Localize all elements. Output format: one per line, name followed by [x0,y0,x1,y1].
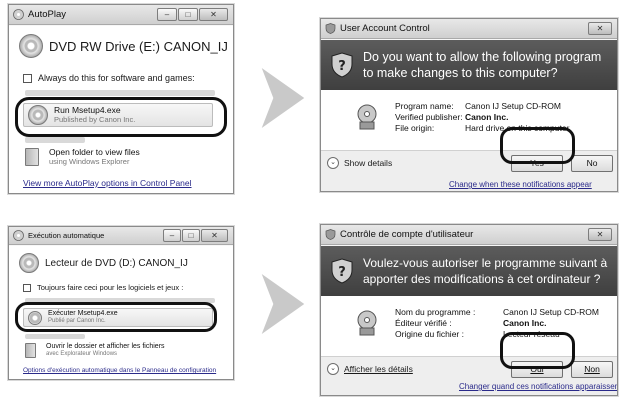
uac-header: ? Voulez-vous autoriser le programme sui… [321,246,617,296]
folder-option-subtitle: avec Explorateur Windows [46,351,118,358]
file-origin-row: Origine du fichier : Lecteur réseau [395,329,560,340]
autoplay-icon [13,230,24,241]
folder-option-title: Open folder to view files [49,147,140,157]
highlight-yes-button [500,332,575,369]
window-title: User Account Control [340,23,430,34]
window-title: Contrôle de compte d'utilisateur [340,229,474,240]
section-separator [25,90,215,96]
uac-question: Voulez-vous autoriser le programme suiva… [363,256,608,286]
window-title: Exécution automatique [28,231,105,240]
more-autoplay-options-link[interactable]: Options d'exécution automatique dans le … [23,367,216,374]
publisher-row: Éditeur vérifié : Canon Inc. [395,318,546,329]
field-value: Canon IJ Setup CD-ROM [465,101,561,111]
publisher-row: Verified publisher: Canon Inc. [395,112,508,123]
show-details-label: Afficher les détails [344,364,413,374]
uac-window-en: User Account Control ✕ ? Do you want to … [320,18,618,192]
maximize-button[interactable]: □ [182,229,200,242]
uac-question: Do you want to allow the following progr… [363,50,602,80]
shield-icon: ? [331,258,353,284]
title-bar: Exécution automatique – □ ✕ [9,227,233,245]
checkbox-label: Always do this for software and games: [38,73,195,83]
field-key: Verified publisher: [395,112,463,122]
disc-icon [19,34,43,58]
close-button[interactable]: ✕ [199,8,228,21]
folder-icon [25,343,36,359]
title-bar: User Account Control ✕ [321,19,617,39]
drive-header: DVD RW Drive (E:) CANON_IJ [19,34,228,58]
always-do-checkbox-row[interactable]: Always do this for software and games: [23,73,195,83]
chevron-down-icon: ⌄ [327,363,339,375]
minimize-button[interactable]: – [163,229,181,242]
uac-header: ? Do you want to allow the following pro… [321,40,617,90]
uac-window-fr: Contrôle de compte d'utilisateur ✕ ? Vou… [320,224,618,396]
section-separator [25,334,85,339]
always-do-checkbox-row[interactable]: Toujours faire ceci pour les logiciels e… [23,283,183,292]
field-key: Nom du programme : [395,307,476,317]
field-key: Origine du fichier : [395,329,464,339]
right-arrow-icon [261,68,305,128]
shield-icon [325,23,336,34]
highlight-run-option [15,97,227,137]
close-button[interactable]: ✕ [588,228,612,241]
checkbox[interactable] [23,283,31,292]
title-bar: AutoPlay – □ ✕ [9,5,233,25]
field-key: File origin: [395,123,435,133]
field-value: Canon Inc. [465,112,509,122]
highlight-run-option [15,302,217,332]
minimize-button[interactable]: – [157,8,177,21]
open-folder-option[interactable]: Open folder to view files using Windows … [25,147,140,166]
autoplay-icon [13,9,24,20]
show-details-toggle[interactable]: ⌄ Show details [327,157,392,169]
window-title: AutoPlay [28,9,67,20]
setup-program-icon [357,310,377,336]
field-key: Éditeur vérifié : [395,318,452,328]
change-notifications-link[interactable]: Change when these notifications appear [449,180,592,189]
change-notifications-link[interactable]: Changer quand ces notifications apparais… [459,382,617,391]
shield-icon: ? [331,52,353,78]
field-value: Canon Inc. [503,318,547,328]
section-separator [25,137,85,143]
drive-header: Lecteur de DVD (D:) CANON_IJ [19,253,188,273]
show-details-label: Show details [344,158,393,168]
disc-icon [19,253,39,273]
setup-program-icon [357,104,377,130]
open-folder-option[interactable]: Ouvrir le dossier et afficher les fichie… [25,343,165,359]
no-button[interactable]: Non [571,361,613,378]
title-bar: Contrôle de compte d'utilisateur ✕ [321,225,617,245]
more-autoplay-options-link[interactable]: View more AutoPlay options in Control Pa… [23,178,192,188]
checkbox-label: Toujours faire ceci pour les logiciels e… [37,283,184,292]
file-origin-row: File origin: Hard drive on this computer [395,123,569,134]
close-button[interactable]: ✕ [588,22,612,35]
chevron-down-icon: ⌄ [327,157,339,169]
shield-icon [325,229,336,240]
program-name-row: Nom du programme : Canon IJ Setup CD-ROM [395,307,599,318]
field-key: Program name: [395,101,454,111]
field-value: Canon IJ Setup CD-ROM [503,307,599,317]
folder-icon [25,147,39,166]
drive-label: Lecteur de DVD (D:) CANON_IJ [45,257,188,269]
folder-option-subtitle: using Windows Explorer [49,157,130,167]
svg-text:?: ? [338,59,346,74]
folder-option-title: Ouvrir le dossier et afficher les fichie… [46,343,165,350]
program-name-row: Program name: Canon IJ Setup CD-ROM [395,101,561,112]
maximize-button[interactable]: □ [178,8,198,21]
drive-label: DVD RW Drive (E:) CANON_IJ [49,38,228,54]
show-details-toggle[interactable]: ⌄ Afficher les détails [327,363,413,375]
close-button[interactable]: ✕ [201,229,228,242]
no-button[interactable]: No [571,155,613,172]
right-arrow-icon [261,274,305,334]
checkbox[interactable] [23,73,32,83]
highlight-yes-button [500,127,575,164]
svg-text:?: ? [338,265,346,280]
